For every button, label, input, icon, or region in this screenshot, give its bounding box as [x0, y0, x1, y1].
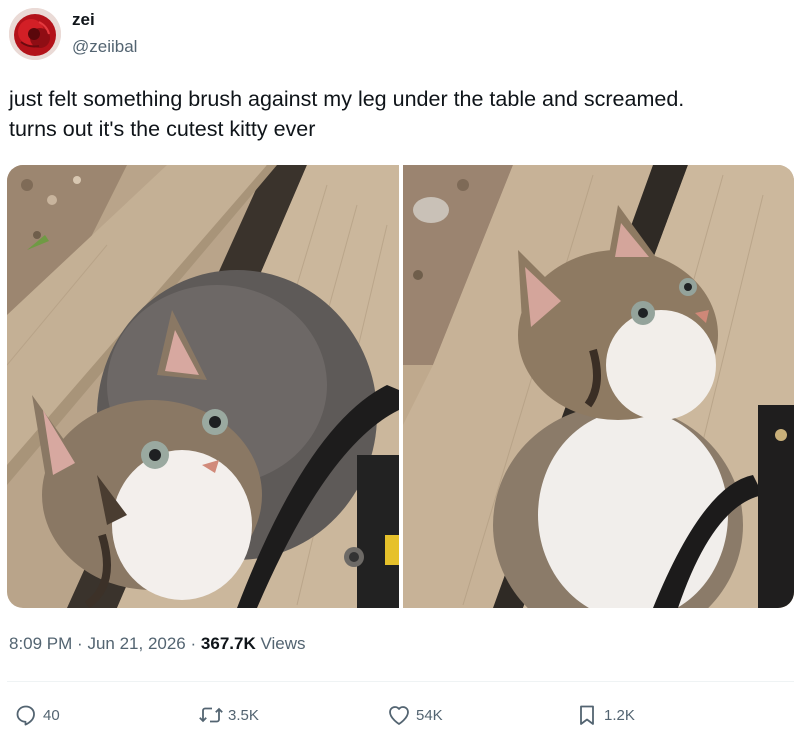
photo-kitten-sitting[interactable]: [403, 165, 794, 608]
display-name[interactable]: zei: [72, 10, 95, 30]
meta-separator: ·: [190, 634, 197, 653]
reply-icon: [13, 702, 39, 728]
views-label: Views: [260, 634, 306, 653]
like-button[interactable]: 54K: [386, 703, 443, 727]
media-grid: [7, 165, 794, 608]
tweet-text-line: just felt something brush against my leg…: [9, 87, 685, 111]
reply-count: 40: [43, 706, 60, 724]
heart-icon: [386, 702, 412, 728]
tweet-meta: 8:09 PM · Jun 21, 2026 · 367.7K Views: [9, 633, 306, 655]
retweet-icon: [198, 702, 224, 728]
tweet-card: zei @zeiibal just felt something brush a…: [0, 0, 800, 738]
bookmark-icon: [574, 702, 600, 728]
reply-button[interactable]: 40: [13, 703, 60, 727]
red-flower-avatar-icon: [9, 8, 61, 60]
retweet-count: 3.5K: [228, 706, 259, 724]
bookmark-button[interactable]: 1.2K: [574, 703, 635, 727]
like-count: 54K: [416, 706, 443, 724]
tweet-text: just felt something brush against my leg…: [9, 84, 789, 144]
bookmark-count: 1.2K: [604, 706, 635, 724]
tweet-text-line: turns out it's the cutest kitty ever: [9, 117, 316, 141]
tweet-date[interactable]: Jun 21, 2026: [87, 634, 185, 653]
photo-kitten-looking-up[interactable]: [7, 165, 399, 608]
retweet-button[interactable]: 3.5K: [198, 703, 259, 727]
views-count[interactable]: 367.7K: [201, 634, 256, 653]
tweet-time[interactable]: 8:09 PM: [9, 634, 72, 653]
avatar[interactable]: [9, 8, 61, 60]
divider: [7, 681, 794, 682]
user-handle[interactable]: @zeiibal: [72, 37, 137, 57]
meta-separator: ·: [77, 634, 83, 653]
